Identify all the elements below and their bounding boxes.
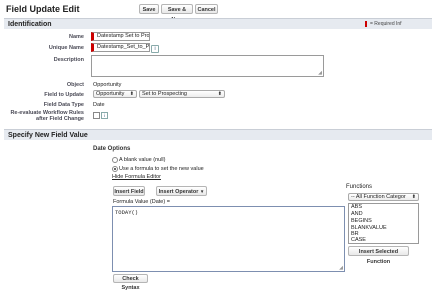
unique-name-label: Unique Name <box>48 45 84 51</box>
insert-selected-function-button[interactable]: Insert Selected Function <box>348 246 409 265</box>
save-button[interactable]: Save <box>139 4 159 14</box>
field-to-update-object-value: Opportunity <box>96 91 125 97</box>
required-info-legend: = Required Inf <box>370 21 402 27</box>
new-value-section-title: Specify New Field Value <box>8 132 88 139</box>
field-data-type-value: Date <box>93 102 105 108</box>
formula-text: TODAY() <box>115 209 139 216</box>
description-textarea[interactable]: ◢ <box>91 55 324 77</box>
required-indicator-bar <box>365 21 367 27</box>
blank-value-label: A blank value (null) <box>119 157 166 163</box>
resize-grip-icon[interactable]: ◢ <box>318 70 322 76</box>
reevaluate-label-line2: after Field Change <box>36 116 84 122</box>
chevron-down-icon: ⬍ <box>129 91 134 97</box>
function-item[interactable]: ABS <box>349 204 418 211</box>
identification-section-header: Identification = Required Inf <box>4 18 432 29</box>
field-to-update-object-select[interactable]: Opportunity ⬍ <box>93 90 137 98</box>
insert-operator-button[interactable]: Insert Operator ▼ <box>156 186 207 196</box>
insert-field-button[interactable]: Insert Field <box>113 186 145 196</box>
function-item[interactable]: AND <box>349 211 418 218</box>
unique-name-field[interactable]: Datestamp_Set_to_Prc <box>91 43 150 52</box>
formula-option-label: Use a formula to set the new value <box>119 166 204 172</box>
function-item[interactable]: BLANKVALUE <box>349 225 418 232</box>
blank-value-radio[interactable] <box>112 157 118 163</box>
insert-operator-label: Insert Operator <box>158 189 199 195</box>
field-to-update-field-select[interactable]: Set to Prospecting ⬍ <box>139 90 225 98</box>
function-item[interactable]: CASE <box>349 237 418 243</box>
object-label: Object <box>66 82 84 88</box>
field-to-update-label: Field to Update <box>44 92 84 98</box>
description-label: Description <box>53 57 84 63</box>
resize-grip-icon[interactable]: ◢ <box>339 265 343 271</box>
functions-title: Functions <box>346 184 373 190</box>
info-icon[interactable]: i <box>151 45 159 53</box>
reevaluate-checkbox[interactable] <box>93 112 100 119</box>
field-data-type-label: Field Data Type <box>43 102 84 108</box>
save-new-button[interactable]: Save & New <box>161 4 193 23</box>
chevron-down-icon: ⬍ <box>217 91 222 97</box>
page-title: Field Update Edit <box>6 4 80 14</box>
chevron-down-icon: ⬍ <box>411 194 416 200</box>
formula-label: Formula Value (Date) = <box>113 199 170 205</box>
function-list[interactable]: ABS AND BEGINS BLANKVALUE BR CASE <box>348 203 419 244</box>
field-to-update-field-value: Set to Prospecting <box>142 91 187 97</box>
name-label: Name <box>69 34 84 40</box>
function-item[interactable]: BEGINS <box>349 218 418 225</box>
date-options-label: Date Options <box>93 146 131 152</box>
function-category-select[interactable]: -- All Function Categor ⬍ <box>348 193 419 201</box>
hide-formula-editor-link[interactable]: Hide Formula Editor <box>112 174 161 180</box>
name-field[interactable]: Datestamp Set to Pros <box>91 32 150 41</box>
function-category-value: -- All Function Categor <box>351 194 406 200</box>
identification-section-title: Identification <box>8 21 52 28</box>
info-icon[interactable]: i <box>101 112 108 119</box>
new-value-section-header: Specify New Field Value <box>4 129 432 140</box>
object-value: Opportunity <box>93 82 122 88</box>
formula-radio[interactable] <box>112 166 118 172</box>
cancel-button[interactable]: Cancel <box>195 4 218 14</box>
chevron-down-icon: ▼ <box>199 189 205 194</box>
formula-editor[interactable]: TODAY() ◢ <box>112 206 345 272</box>
